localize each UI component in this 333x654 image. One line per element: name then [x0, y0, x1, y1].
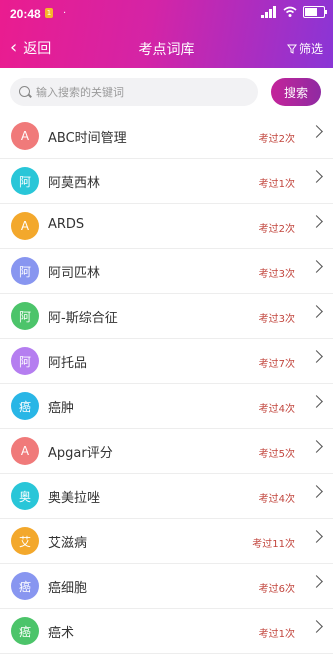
list-item[interactable]: 阿阿托品 考过7次: [0, 339, 333, 384]
exam-count: 考过4次: [258, 404, 295, 415]
avatar: 艾: [11, 527, 39, 555]
exam-count: 考过4次: [258, 494, 295, 505]
exam-count: 考过3次: [258, 314, 295, 325]
chevron-right-icon: [310, 395, 323, 408]
term-name: ABC时间管理: [48, 131, 127, 146]
avatar: A: [11, 212, 39, 240]
term-name: 癌细胞: [48, 581, 88, 596]
term-name: 阿莫西林: [48, 176, 101, 191]
exam-count: 考过3次: [258, 269, 295, 280]
nav-bar: ‹ 返回 考点词库 筛选: [0, 30, 333, 66]
term-name: 奥美拉唑: [48, 491, 101, 506]
filter-icon: [286, 44, 297, 54]
avatar: 奥: [11, 482, 39, 510]
avatar: A: [11, 437, 39, 465]
avatar: A: [11, 122, 39, 150]
term-name: 阿托品: [48, 356, 88, 371]
exam-count: 考过1次: [258, 629, 295, 640]
chevron-right-icon: [310, 305, 323, 318]
page-title: 考点词库: [138, 42, 195, 58]
chevron-right-icon: [310, 125, 323, 138]
search-box[interactable]: [10, 78, 258, 106]
list-item[interactable]: 癌癌肿 考过4次: [0, 384, 333, 429]
dot-icon: ·: [63, 8, 67, 19]
list-item[interactable]: 奥奥美拉唑 考过4次: [0, 474, 333, 519]
chevron-right-icon: [310, 215, 323, 228]
search-button[interactable]: 搜索: [271, 78, 321, 106]
chevron-right-icon: [310, 575, 323, 588]
term-name: Apgar评分: [48, 446, 113, 461]
chevron-right-icon: [310, 530, 323, 543]
exam-count: 考过2次: [258, 224, 295, 235]
battery-icon: [303, 6, 327, 18]
notification-icon: 1: [45, 8, 53, 18]
search-row: 搜索: [0, 76, 333, 108]
list-item[interactable]: 癌癌术 考过1次: [0, 609, 333, 654]
list-item[interactable]: 阿阿司匹林 考过3次: [0, 249, 333, 294]
exam-count: 考过1次: [258, 179, 295, 190]
list-item[interactable]: 艾艾滋病 考过11次: [0, 519, 333, 564]
list-item[interactable]: 阿阿-斯综合征 考过3次: [0, 294, 333, 339]
search-input[interactable]: [36, 78, 246, 106]
list-item[interactable]: 阿阿莫西林 考过1次: [0, 159, 333, 204]
term-name: 癌术: [48, 626, 75, 641]
filter-label: 筛选: [298, 42, 323, 56]
term-name: 阿司匹林: [48, 266, 101, 281]
chevron-right-icon: [310, 350, 323, 363]
term-name: ARDS: [48, 217, 85, 232]
signal-icon: [261, 6, 277, 18]
list-item[interactable]: A Apgar评分 考过5次: [0, 429, 333, 474]
term-name: 癌肿: [48, 401, 75, 416]
term-name: 阿-斯综合征: [48, 311, 118, 326]
list-item[interactable]: 癌癌细胞 考过6次: [0, 564, 333, 609]
wifi-icon: [283, 6, 297, 17]
avatar: 阿: [11, 257, 39, 285]
chevron-right-icon: [310, 485, 323, 498]
exam-count: 考过6次: [258, 584, 295, 595]
header: 20:48 1 · ‹ 返回 考点词库 筛选: [0, 0, 333, 68]
system-icons: [261, 6, 327, 18]
exam-count: 考过2次: [258, 134, 295, 145]
status-bar: 20:48 1 ·: [0, 0, 333, 26]
avatar: 癌: [11, 572, 39, 600]
list-item[interactable]: A ABC时间管理 考过2次: [0, 114, 333, 159]
chevron-right-icon: [310, 440, 323, 453]
exam-count: 考过7次: [258, 359, 295, 370]
avatar: 癌: [11, 392, 39, 420]
exam-count: 考过5次: [258, 449, 295, 460]
search-icon: [19, 86, 30, 97]
term-list: A ABC时间管理 考过2次阿阿莫西林 考过1次 A ARDS 考过2次阿阿司匹林 考过3次阿…: [0, 114, 333, 654]
list-item[interactable]: A ARDS 考过2次: [0, 204, 333, 249]
exam-count: 考过11次: [252, 539, 295, 550]
status-time: 20:48: [10, 7, 41, 21]
avatar: 癌: [11, 617, 39, 645]
term-name: 艾滋病: [48, 536, 88, 551]
avatar: 阿: [11, 347, 39, 375]
avatar: 阿: [11, 167, 39, 195]
chevron-right-icon: [310, 260, 323, 273]
filter-button[interactable]: 筛选: [286, 40, 323, 57]
chevron-right-icon: [310, 170, 323, 183]
chevron-right-icon: [310, 620, 323, 633]
avatar: 阿: [11, 302, 39, 330]
